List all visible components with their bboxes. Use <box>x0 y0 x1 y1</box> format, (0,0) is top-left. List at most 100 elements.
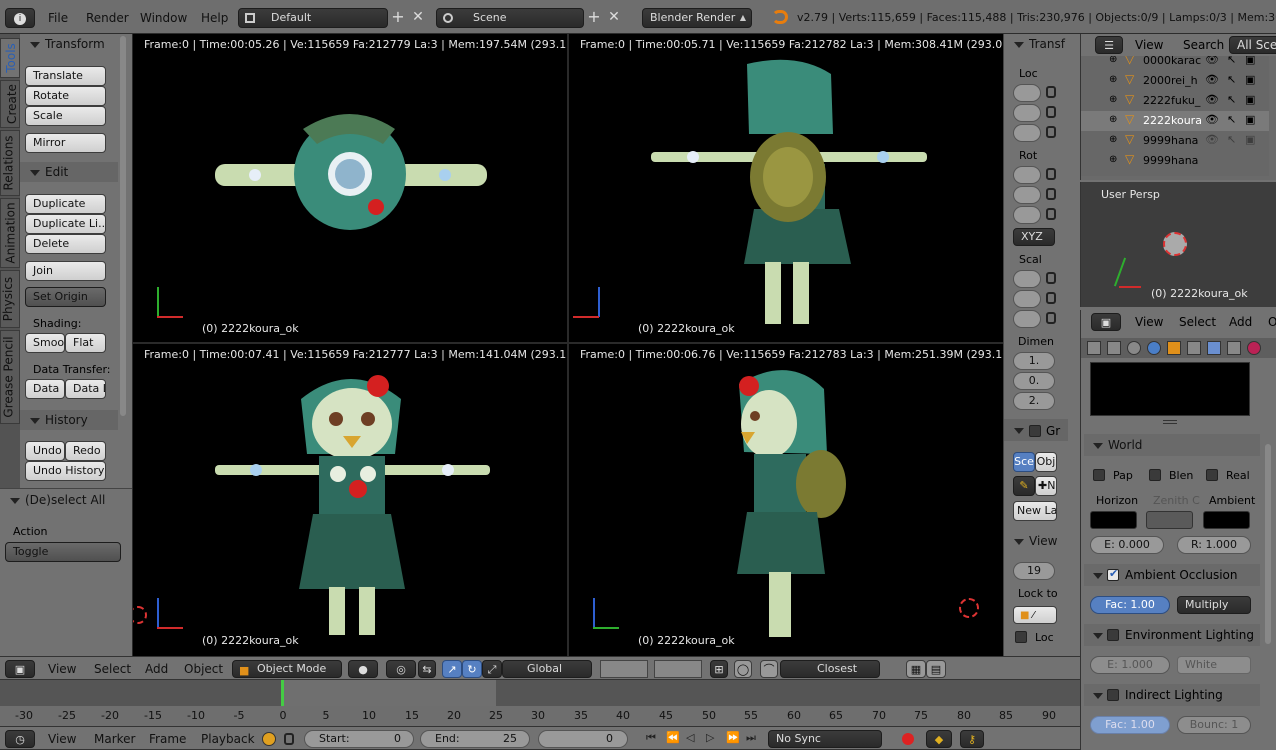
layers-tab-icon[interactable] <box>1107 341 1121 355</box>
outliner-item[interactable]: ⊕ ▽ 9999hana 👁 ↖ ▣ <box>1081 131 1269 151</box>
lock-icon[interactable] <box>1046 312 1056 324</box>
indirect-bounces-field[interactable]: Bounc: 1 <box>1177 716 1251 734</box>
tab-animation[interactable]: Animation <box>0 198 20 268</box>
viewport-top-left[interactable]: Frame:0 | Time:00:05.26 | Ve:115659 Fa:2… <box>133 34 567 342</box>
lock-icon[interactable] <box>284 733 294 745</box>
tab-grease-pencil[interactable]: Grease Pencil <box>0 330 20 424</box>
outliner-item[interactable]: ⊕ ▽ 2000rei_h 👁 ↖ ▣ <box>1081 71 1269 91</box>
deselect-all-header[interactable]: (De)select All <box>10 493 105 507</box>
scene-selector[interactable]: Scene <box>436 8 584 28</box>
outliner-editor-type-button[interactable]: ☰ <box>1095 36 1123 54</box>
prev-keyframe-icon[interactable]: ⏪ <box>666 731 682 747</box>
n-transform-header[interactable]: Transf <box>1014 37 1065 51</box>
ao-blend-select[interactable]: Multiply <box>1177 596 1251 614</box>
viewport-shading-select[interactable]: ● <box>348 660 378 678</box>
3d-cursor-icon[interactable] <box>959 598 979 618</box>
info-editor-type-button[interactable]: i <box>5 8 35 28</box>
tab-tools[interactable]: Tools <box>0 38 20 78</box>
duplicate-button[interactable]: Duplicate <box>25 194 106 214</box>
next-keyframe-icon[interactable]: ⏩ <box>726 731 742 747</box>
material-tab-icon[interactable] <box>1247 341 1261 355</box>
lock-icon[interactable] <box>1046 272 1056 284</box>
lens-field[interactable]: 19 <box>1013 562 1055 580</box>
menu-file[interactable]: File <box>48 7 68 29</box>
prop-select-menu[interactable]: Select <box>1179 315 1216 329</box>
eye-icon[interactable]: 👁 <box>1205 93 1219 106</box>
render-tab-icon[interactable] <box>1087 341 1101 355</box>
ao-factor-field[interactable]: Fac: 1.00 <box>1090 596 1170 614</box>
proportional-edit-icon[interactable]: ◯ <box>734 660 752 678</box>
shade-smooth-button[interactable]: Smoo <box>25 333 65 353</box>
outliner-search-menu[interactable]: Search <box>1183 38 1224 52</box>
rotate-manipulator-icon[interactable]: ↻ <box>462 660 482 678</box>
object-tab-icon[interactable] <box>1167 341 1181 355</box>
redo-button[interactable]: Redo <box>65 441 106 461</box>
view3d-object-menu[interactable]: Object <box>184 658 223 680</box>
start-frame-field[interactable]: Start: 0 <box>304 730 414 748</box>
horizon-color-swatch[interactable] <box>1090 511 1137 529</box>
outliner-item-selected[interactable]: ⊕ ▽ 2222koura 👁 ↖ ▣ <box>1081 111 1269 131</box>
timeline-frame-menu[interactable]: Frame <box>149 728 186 750</box>
rot-z-field[interactable] <box>1013 206 1041 224</box>
new-grease-button[interactable]: ✚N <box>1035 476 1057 496</box>
outliner-item[interactable]: ⊕ ▽ 2222fuku_ 👁 ↖ ▣ <box>1081 91 1269 111</box>
timeline-playback-menu[interactable]: Playback <box>201 728 255 750</box>
env-color-select[interactable]: White <box>1177 656 1251 674</box>
n-view-header[interactable]: View <box>1014 534 1057 548</box>
modifiers-tab-icon[interactable] <box>1207 341 1221 355</box>
camera-icon[interactable]: ▣ <box>1245 113 1255 126</box>
lock-icon[interactable] <box>1046 292 1056 304</box>
snap-icon[interactable]: ⌒ <box>760 660 778 678</box>
eye-icon[interactable]: 👁 <box>1205 56 1219 66</box>
lock-object-button[interactable]: ■ ⁄ <box>1013 606 1057 624</box>
history-panel-header[interactable]: History <box>30 413 88 427</box>
render-engine-select[interactable]: Blender Render ▲ <box>642 8 752 28</box>
render-opengl-icon[interactable]: ▦ <box>906 660 926 678</box>
viewport-top-right[interactable]: Frame:0 | Time:00:05.71 | Ve:115659 Fa:2… <box>569 34 1003 342</box>
undo-button[interactable]: Undo <box>25 441 65 461</box>
new-layer-button[interactable]: New La <box>1013 501 1057 521</box>
scene-tab-icon[interactable] <box>1127 341 1141 355</box>
tool-shelf-scrollbar[interactable] <box>120 36 126 416</box>
properties-scrollbar[interactable] <box>1265 444 1271 644</box>
action-select[interactable]: Toggle <box>5 542 121 562</box>
timeline[interactable]: -30 -25 -20 -15 -10 -5 0 5 10 15 20 25 3… <box>0 680 1080 726</box>
camera-icon[interactable]: ▣ <box>1245 56 1255 66</box>
dim-x-field[interactable]: 1. <box>1013 352 1055 370</box>
viewport-bottom-left[interactable]: Frame:0 | Time:00:07.41 | Ve:115659 Fa:2… <box>133 344 567 656</box>
camera-icon[interactable]: ▣ <box>1245 73 1255 86</box>
scale-y-field[interactable] <box>1013 290 1041 308</box>
grease-pencil-header[interactable] <box>1014 423 1029 437</box>
rotate-button[interactable]: Rotate <box>25 86 106 106</box>
prop-view-menu[interactable]: View <box>1135 315 1163 329</box>
rot-y-field[interactable] <box>1013 186 1041 204</box>
tab-relations[interactable]: Relations <box>0 130 20 196</box>
sync-mode-select[interactable]: No Sync <box>768 730 882 748</box>
scale-z-field[interactable] <box>1013 310 1041 328</box>
lock-icon[interactable] <box>1046 126 1056 138</box>
eye-icon[interactable]: 👁 <box>1205 73 1219 86</box>
cursor-icon[interactable]: ↖ <box>1227 133 1236 146</box>
timer-icon[interactable] <box>262 732 276 746</box>
pivot-point-select[interactable]: ◎ <box>386 660 416 678</box>
view3d-editor-type-button[interactable]: ▣ <box>5 660 35 678</box>
lock-icon[interactable] <box>1046 86 1056 98</box>
menu-window[interactable]: Window <box>140 7 187 29</box>
transform-panel-header[interactable]: Transform <box>30 37 105 51</box>
cursor-icon[interactable]: ↖ <box>1227 93 1236 106</box>
lock-icon[interactable] <box>1046 168 1056 180</box>
scene-remove-icon[interactable]: ✕ <box>606 8 622 26</box>
indirect-factor-field[interactable]: Fac: 1.00 <box>1090 716 1170 734</box>
outliner-view-menu[interactable]: View <box>1135 38 1163 52</box>
translate-manipulator-icon[interactable]: ↗ <box>442 660 462 678</box>
view3d-view-menu[interactable]: View <box>48 658 76 680</box>
real-sky-checkbox[interactable] <box>1206 469 1218 481</box>
keying-set-icon[interactable]: ◆ <box>926 730 952 748</box>
layer-buttons[interactable] <box>600 660 648 678</box>
range-field[interactable]: R: 1.000 <box>1177 536 1251 554</box>
timeline-editor-type-button[interactable]: ◷ <box>5 730 35 748</box>
blend-sky-checkbox[interactable] <box>1149 469 1161 481</box>
loc-x-field[interactable] <box>1013 84 1041 102</box>
cursor-icon[interactable]: ↖ <box>1227 113 1236 126</box>
rotation-mode-select[interactable]: XYZ <box>1013 228 1055 246</box>
